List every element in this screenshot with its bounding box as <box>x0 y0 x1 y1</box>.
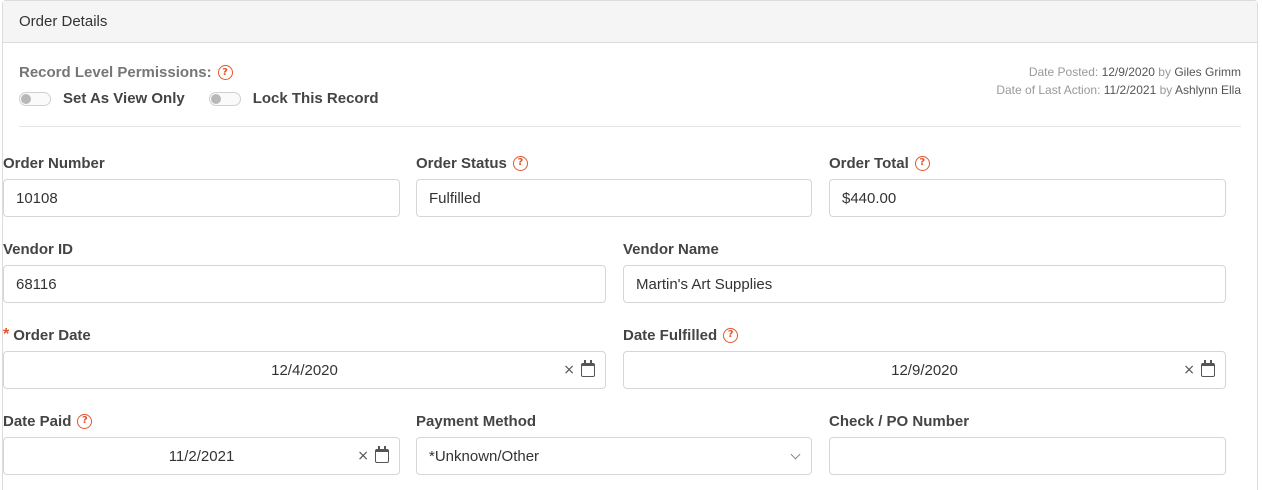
order-date-label: * Order Date <box>3 325 606 345</box>
clear-icon[interactable]: × <box>1183 362 1195 378</box>
posted-by-user: Giles Grimm <box>1174 65 1241 79</box>
last-action-prefix: Date of Last Action: <box>996 83 1101 97</box>
vendor-name-label-text: Vendor Name <box>623 240 719 258</box>
calendar-icon[interactable] <box>375 446 389 463</box>
required-star: * <box>3 326 10 343</box>
date-fulfilled-label: Date Fulfilled? <box>623 325 1226 345</box>
order-status-label: Order Status? <box>416 153 812 173</box>
vendor-name-label: Vendor Name <box>623 239 1226 259</box>
payment-method-label: Payment Method <box>416 411 812 431</box>
vendor-id-input[interactable]: 68116 <box>3 265 606 303</box>
vendor-name-input[interactable]: Martin's Art Supplies <box>623 265 1226 303</box>
help-icon[interactable]: ? <box>914 155 930 171</box>
help-icon[interactable]: ? <box>723 327 739 343</box>
clear-icon[interactable]: × <box>357 448 369 464</box>
panel-body: Record Level Permissions: ? Set As View … <box>3 43 1257 475</box>
order-total-value: $440.00 <box>842 189 897 207</box>
vendor-id-value: 68116 <box>16 275 57 293</box>
order-total-input[interactable]: $440.00 <box>829 179 1226 217</box>
date-tools: × <box>563 352 595 388</box>
panel-title: Order Details <box>19 13 108 30</box>
calendar-icon[interactable] <box>581 360 595 377</box>
payment-method-value: *Unknown/Other <box>429 447 540 465</box>
order-status-input[interactable]: Fulfilled <box>416 179 812 217</box>
record-meta: Date Posted: 12/9/2020 by Giles Grimm Da… <box>996 63 1241 99</box>
check-po-number-input[interactable] <box>829 437 1226 475</box>
date-fulfilled-field: Date Fulfilled? 12/9/2020 × <box>623 325 1226 389</box>
permissions-row: Record Level Permissions: ? Set As View … <box>19 43 1241 127</box>
lock-record-toggle[interactable]: Lock This Record <box>208 90 379 107</box>
order-total-label-text: Order Total <box>829 154 909 172</box>
order-number-value: 10108 <box>16 189 58 207</box>
payment-method-label-text: Payment Method <box>416 412 537 430</box>
date-tools: × <box>357 438 389 474</box>
vendor-id-label-text: Vendor ID <box>3 240 74 258</box>
date-posted-value: 12/9/2020 <box>1101 65 1155 79</box>
view-only-switch[interactable] <box>19 91 51 106</box>
last-action-user: Ashlynn Ella <box>1174 83 1241 97</box>
order-details-panel: Order Details Record Level Permissions: … <box>2 0 1258 490</box>
order-date-value: 12/4/2020 <box>271 361 338 379</box>
order-number-field: Order Number 10108 <box>3 153 400 217</box>
date-paid-field: Date Paid? 11/2/2021 × <box>3 411 400 475</box>
payment-method-select[interactable]: *Unknown/Other <box>416 437 812 475</box>
date-fulfilled-value: 12/9/2020 <box>891 361 958 379</box>
last-action-line: Date of Last Action: 11/2/2021 by Ashlyn… <box>996 81 1241 99</box>
action-by-word: by <box>1159 83 1173 97</box>
order-status-field: Order Status? Fulfilled <box>416 153 812 217</box>
panel-header: Order Details <box>3 1 1257 43</box>
vendor-name-field: Vendor Name Martin's Art Supplies <box>623 239 1226 303</box>
order-total-field: Order Total? $440.00 <box>829 153 1226 217</box>
order-status-value: Fulfilled <box>429 189 481 207</box>
order-number-label: Order Number <box>3 153 400 173</box>
chevron-down-icon[interactable] <box>790 449 801 459</box>
view-only-label: Set As View Only <box>63 90 185 107</box>
order-date-input[interactable]: 12/4/2020 × <box>3 351 606 389</box>
view-only-toggle[interactable]: Set As View Only <box>19 90 185 107</box>
order-number-label-text: Order Number <box>3 154 105 172</box>
date-paid-label-text: Date Paid <box>3 412 72 430</box>
check-po-number-field: Check / PO Number <box>829 411 1226 475</box>
date-posted-line: Date Posted: 12/9/2020 by Giles Grimm <box>996 63 1241 81</box>
order-status-label-text: Order Status <box>416 154 507 172</box>
lock-record-switch[interactable] <box>208 91 241 106</box>
order-number-input[interactable]: 10108 <box>3 179 400 217</box>
lock-record-label: Lock This Record <box>252 90 379 107</box>
date-tools: × <box>1183 352 1215 388</box>
vendor-id-field: Vendor ID 68116 <box>3 239 606 303</box>
date-posted-prefix: Date Posted: <box>1028 65 1099 79</box>
vendor-id-label: Vendor ID <box>3 239 606 259</box>
date-fulfilled-label-text: Date Fulfilled <box>623 326 718 344</box>
date-paid-input[interactable]: 11/2/2021 × <box>3 437 400 475</box>
help-icon[interactable]: ? <box>512 155 528 171</box>
check-po-number-label: Check / PO Number <box>829 411 1226 431</box>
date-paid-label: Date Paid? <box>3 411 400 431</box>
clear-icon[interactable]: × <box>563 362 575 378</box>
permissions-label-text: Record Level Permissions: <box>19 64 212 81</box>
posted-by-word: by <box>1158 65 1171 79</box>
order-total-label: Order Total? <box>829 153 1226 173</box>
date-fulfilled-input[interactable]: 12/9/2020 × <box>623 351 1226 389</box>
last-action-date: 11/2/2021 <box>1103 83 1157 97</box>
order-date-label-text: Order Date <box>13 326 91 344</box>
help-icon[interactable]: ? <box>217 65 233 80</box>
calendar-icon[interactable] <box>1201 360 1215 377</box>
vendor-name-value: Martin's Art Supplies <box>636 275 773 293</box>
payment-method-field: Payment Method *Unknown/Other <box>416 411 812 475</box>
help-icon[interactable]: ? <box>77 413 93 429</box>
check-po-number-label-text: Check / PO Number <box>829 412 970 430</box>
date-paid-value: 11/2/2021 <box>168 447 235 465</box>
permission-toggles: Set As View Only Lock This Record <box>19 90 403 107</box>
permissions-label: Record Level Permissions: ? <box>19 64 233 81</box>
order-date-field: * Order Date 12/4/2020 × <box>3 325 606 389</box>
